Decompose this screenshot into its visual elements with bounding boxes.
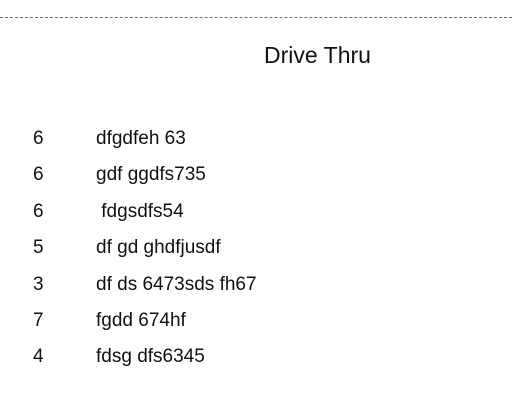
- item-quantity: 5: [33, 237, 44, 259]
- order-item: 6 gdf ggdfs735: [0, 163, 512, 199]
- item-name: fdsg dfs6345: [96, 346, 205, 368]
- order-item: 4 fdsg dfs6345: [0, 345, 512, 381]
- order-title: Drive Thru: [264, 42, 371, 68]
- order-item-list: 6 dfgdfeh 63 6 gdf ggdfs735 6 fdgsdfs54 …: [0, 127, 512, 382]
- item-quantity: 6: [33, 200, 44, 222]
- item-quantity: 4: [33, 346, 44, 368]
- order-item: 6 dfgdfeh 63: [0, 127, 512, 163]
- item-quantity: 3: [33, 273, 44, 295]
- item-quantity: 7: [33, 309, 44, 331]
- order-item: 5 df gd ghdfjusdf: [0, 236, 512, 272]
- item-name: df gd ghdfjusdf: [96, 237, 221, 259]
- order-item: 3 df ds 6473sds fh67: [0, 273, 512, 309]
- item-name: fdgsdfs54: [96, 200, 184, 222]
- item-name: dfgdfeh 63: [96, 128, 186, 149]
- tear-line-divider: [0, 17, 512, 18]
- item-name: fgdd 674hf: [96, 309, 186, 331]
- item-quantity: 6: [33, 164, 44, 186]
- item-quantity: 6: [33, 128, 44, 149]
- order-ticket: Drive Thru 6 dfgdfeh 63 6 gdf ggdfs735 6…: [0, 0, 512, 400]
- item-name: df ds 6473sds fh67: [96, 273, 257, 295]
- order-item: 7 fgdd 674hf: [0, 309, 512, 345]
- order-item: 6 fdgsdfs54: [0, 200, 512, 236]
- item-name: gdf ggdfs735: [96, 164, 206, 186]
